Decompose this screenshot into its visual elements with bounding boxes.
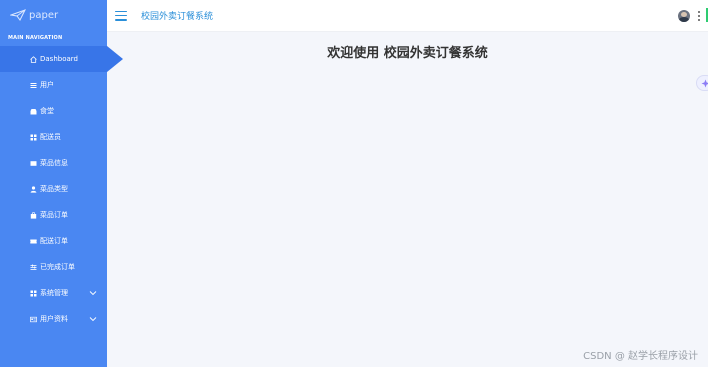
sidebar-item-label: 用户: [40, 81, 54, 89]
grid-icon: [30, 134, 37, 141]
sidebar-item-completed-orders[interactable]: 已完成订单: [0, 254, 107, 280]
sidebar-item-label: 系统管理: [40, 289, 68, 297]
floating-assistant-button[interactable]: [696, 75, 708, 91]
sidebar-item-system-management[interactable]: 系统管理: [0, 280, 107, 306]
id-card-icon: [30, 316, 37, 323]
paper-plane-icon: [10, 9, 26, 21]
sidebar-item-label: 菜品信息: [40, 159, 68, 167]
sidebar-item-label: 配送订单: [40, 237, 68, 245]
card-icon: [30, 160, 37, 167]
sidebar-item-user-profile[interactable]: 用户资料: [0, 306, 107, 332]
chevron-down-icon[interactable]: [89, 289, 97, 297]
bag-icon: [30, 211, 37, 219]
sidebar-item-label: Dashboard: [40, 55, 78, 63]
sidebar-item-label: 用户资料: [40, 315, 68, 323]
home-icon: [30, 55, 37, 63]
sidebar-item-label: 已完成订单: [40, 263, 75, 271]
assistant-icon: [701, 79, 708, 87]
sidebar-item-delivery-orders[interactable]: 配送订单: [0, 228, 107, 254]
sidebar-item-dish-type[interactable]: 菜品类型: [0, 176, 107, 202]
brand[interactable]: paper: [0, 0, 107, 30]
list-icon: [30, 82, 37, 89]
chevron-down-icon[interactable]: [89, 315, 97, 323]
brand-name: paper: [29, 9, 59, 21]
sidebar-item-couriers[interactable]: 配送员: [0, 124, 107, 150]
nav-section-header: MAIN NAVIGATION: [8, 35, 63, 41]
avatar[interactable]: [678, 10, 690, 22]
top-navbar: 校园外卖订餐系统: [107, 0, 708, 32]
sidebar-item-label: 配送员: [40, 133, 61, 141]
sidebar-item-label: 菜品订单: [40, 211, 68, 219]
watermark: CSDN @ 赵学长程序设计: [583, 351, 698, 362]
welcome-heading: 欢迎使用 校园外卖订餐系统: [327, 46, 488, 61]
sidebar: paper MAIN NAVIGATION Dashboard 用户 食堂 配送…: [0, 0, 123, 367]
sidebar-item-dish-info[interactable]: 菜品信息: [0, 150, 107, 176]
sidebar-item-label: 食堂: [40, 107, 54, 115]
app-title: 校园外卖订餐系统: [141, 12, 214, 22]
ticket-icon: [30, 238, 37, 245]
sliders-icon: [30, 264, 37, 271]
sidebar-item-dashboard[interactable]: Dashboard: [0, 46, 123, 72]
grid-icon: [30, 290, 37, 297]
shop-icon: [30, 108, 37, 115]
sidebar-item-dish-orders[interactable]: 菜品订单: [0, 202, 107, 228]
sidebar-item-canteen[interactable]: 食堂: [0, 98, 107, 124]
user-icon: [30, 185, 37, 193]
more-options-icon[interactable]: [697, 11, 700, 21]
sidebar-item-users[interactable]: 用户: [0, 72, 107, 98]
menu-toggle-icon[interactable]: [115, 10, 127, 21]
sidebar-item-label: 菜品类型: [40, 185, 68, 193]
